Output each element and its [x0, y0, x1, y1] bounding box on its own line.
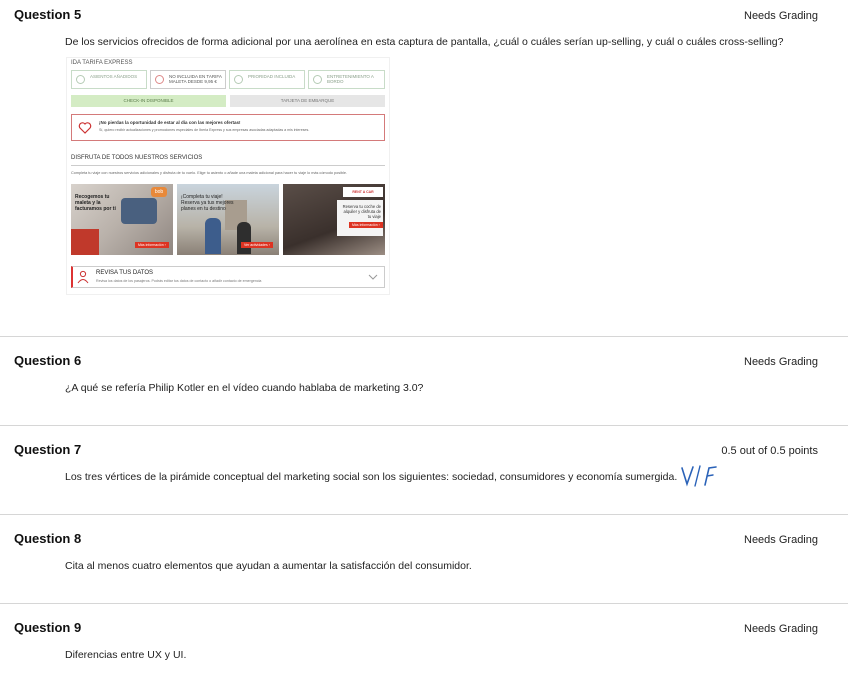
- services-section-subtitle: Completa tu viaje con nuestros servicios…: [71, 171, 348, 175]
- service-luggage: NO INCLUIDA EN TARIFA MALETA DESDE 9,95 …: [150, 70, 226, 89]
- boarding-pass-bar: TARJETA DE EMBARQUE: [230, 95, 385, 107]
- bob-logo: bob: [151, 187, 167, 197]
- points-status: 0.5 out of 0.5 points: [721, 445, 818, 457]
- grading-status: Needs Grading: [744, 534, 818, 546]
- question-divider: [0, 336, 848, 337]
- heart-icon: [78, 122, 92, 134]
- luggage-icon: [155, 75, 164, 84]
- fare-header: IDA TARIFA EXPRESS: [71, 60, 133, 66]
- service-seats: ASIENTOS AÑADIDOS: [71, 70, 147, 89]
- question-text: De los servicios ofrecidos de forma adic…: [65, 36, 784, 48]
- priority-icon: [234, 75, 243, 84]
- airline-screenshot: IDA TARIFA EXPRESS ASIENTOS AÑADIDOS NO …: [66, 57, 390, 295]
- review-data-panel: REVISA TUS DATOS Revisa los datos de los…: [71, 266, 385, 288]
- chevron-down-icon[interactable]: [368, 274, 378, 280]
- see-activities-button[interactable]: Ver actividades ›: [241, 242, 273, 248]
- question-text: Diferencias entre UX y UI.: [65, 649, 187, 661]
- question-divider: [0, 425, 848, 426]
- card-text: ¡Completa tu viaje! Reserva ya tus mejor…: [181, 194, 234, 212]
- question-divider: [0, 603, 848, 604]
- grading-status: Needs Grading: [744, 623, 818, 635]
- question-title: Question 6: [14, 353, 82, 368]
- question-title: Question 7: [14, 442, 82, 457]
- promo-box: ¡No pierdas la oportunidad de estar al d…: [71, 114, 385, 141]
- seat-icon: [76, 75, 85, 84]
- handwritten-vf-mark: [681, 465, 717, 487]
- question-title: Question 9: [14, 620, 82, 635]
- question-text: ¿A qué se refería Philip Kotler en el ví…: [65, 382, 424, 394]
- more-info-button[interactable]: Más información ›: [135, 242, 169, 248]
- review-subtitle: Revisa los datos de los pasajeros. Podrá…: [96, 279, 262, 283]
- rent-a-car-logo: RENT A CAR: [343, 187, 383, 197]
- question-divider: [0, 514, 848, 515]
- person-image: [205, 218, 221, 254]
- bag-image: [121, 198, 157, 224]
- promo-title: ¡No pierdas la oportunidad de estar al d…: [99, 120, 241, 125]
- checkin-bar: CHECK-IN DISPONIBLE: [71, 95, 226, 107]
- question-title: Question 8: [14, 531, 82, 546]
- person-image: [237, 222, 251, 254]
- red-suitcase-image: [71, 229, 99, 255]
- section-divider: [71, 165, 385, 166]
- question-title: Question 5: [14, 7, 82, 22]
- activities-card: ¡Completa tu viaje! Reserva ya tus mejor…: [177, 184, 279, 255]
- services-section-title: DISFRUTA DE TODOS NUESTROS SERVICIOS: [71, 155, 203, 161]
- question-text: Cita al menos cuatro elementos que ayuda…: [65, 560, 472, 572]
- luggage-service-card: bob Recogemos tu maleta y la facturamos …: [71, 184, 173, 255]
- promo-checkbox-label: Sí, quiero recibir actualizaciones y pro…: [99, 128, 310, 132]
- play-icon: [313, 75, 322, 84]
- more-info-button[interactable]: Más información ›: [349, 222, 383, 228]
- card-text: Reserva tu coche de alquiler y disfruta …: [342, 204, 381, 219]
- grading-status: Needs Grading: [744, 10, 818, 22]
- passenger-icon: [77, 270, 89, 284]
- card-text: Recogemos tu maleta y la facturamos por …: [75, 194, 116, 212]
- car-rental-card: RENT A CAR Reserva tu coche de alquiler …: [283, 184, 385, 255]
- service-entertainment: ENTRETENIMIENTO A BORDO: [308, 70, 385, 89]
- service-priority: PRIORIDAD INCLUIDA: [229, 70, 305, 89]
- review-title: REVISA TUS DATOS: [96, 270, 154, 276]
- question-text: Los tres vértices de la pirámide concept…: [65, 471, 678, 483]
- grading-status: Needs Grading: [744, 356, 818, 368]
